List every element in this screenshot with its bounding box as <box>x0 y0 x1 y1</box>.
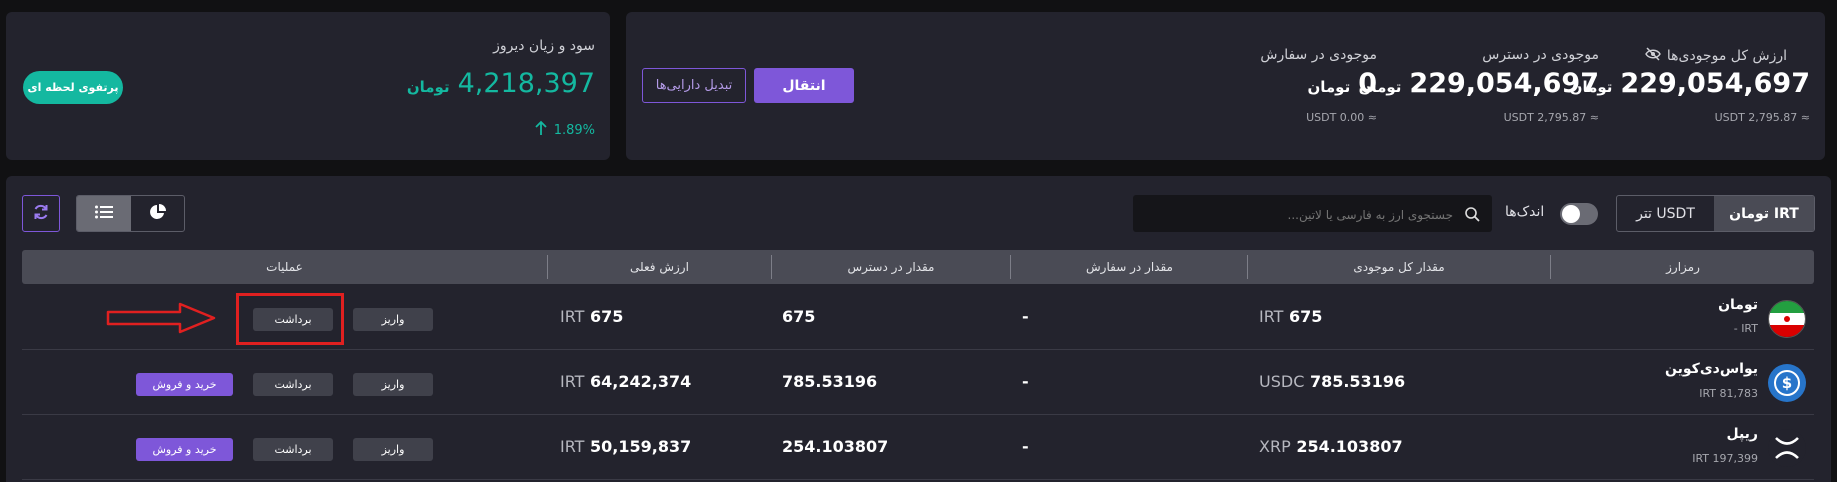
in-order-value: - <box>1022 372 1029 391</box>
tab-irt[interactable]: تومان IRT <box>1714 196 1814 231</box>
value-amount: 50,159,837 <box>590 437 692 456</box>
available-usdt: ≈ USDT 2,795.87 <box>1503 111 1599 124</box>
pnl-amount: 4,218,397 <box>457 68 595 99</box>
currency-tabs: تومان IRT تتر USDT <box>1616 195 1815 232</box>
col-header-total: مقدار کل موجودی <box>1353 260 1445 274</box>
total-currency: USDC <box>1259 372 1305 391</box>
pnl-percent-row: 1.89% <box>534 120 595 140</box>
available-balance-label: موجودی در دسترس <box>1482 47 1599 63</box>
total-amount: 785.53196 <box>1309 372 1406 391</box>
total-amount: 675 <box>1289 307 1323 326</box>
view-switch <box>76 195 185 232</box>
col-header-value: ارزش فعلی <box>630 260 689 274</box>
value-amount: 675 <box>590 307 624 326</box>
arrow-right-icon <box>106 301 218 339</box>
trade-button[interactable]: خرید و فروش <box>136 438 233 461</box>
header-divider <box>1550 255 1551 279</box>
pnl-amount-row: 4,218,397 تومان <box>407 68 595 99</box>
table-header: رمزارز مقدار کل موجودی مقدار در سفارش مق… <box>22 250 1814 284</box>
pnl-card: سود و زیان دیروز 4,218,397 تومان 1.89% پ… <box>6 12 610 160</box>
instant-portfolio-button[interactable]: پرتفوی لحظه ای <box>23 71 123 104</box>
trade-button[interactable]: خرید و فروش <box>136 373 233 396</box>
in-order-amount-row: 0 تومان <box>1307 68 1377 99</box>
in-order-amount: 0 <box>1358 68 1377 99</box>
chart-view-button[interactable] <box>131 196 184 231</box>
toggle-knob <box>1562 205 1580 223</box>
deposit-button[interactable]: واریز <box>353 438 433 461</box>
search-icon <box>1464 206 1480 226</box>
usdc-coin-icon: $ <box>1768 364 1806 402</box>
small-balances-toggle[interactable] <box>1560 203 1598 225</box>
tab-usdt[interactable]: تتر USDT <box>1617 196 1714 231</box>
balance-summary-card: ارزش کل موجودی‌ها 229,054,697 تومان ≈ US… <box>626 12 1825 160</box>
withdraw-button[interactable]: برداشت <box>253 438 333 461</box>
asset-price: IRT - <box>1733 322 1758 335</box>
search-box[interactable] <box>1133 195 1492 234</box>
col-header-in-order: مقدار در سفارش <box>1086 260 1173 274</box>
current-value: IRT 675 <box>560 307 623 326</box>
header-divider <box>1247 255 1248 279</box>
eye-off-icon[interactable] <box>1645 47 1661 65</box>
asset-name: تومان <box>1718 297 1758 313</box>
header-divider <box>1010 255 1011 279</box>
pnl-percent: 1.89% <box>553 122 595 138</box>
convert-assets-button[interactable]: تبدیل دارایی‌ها <box>642 68 746 103</box>
in-order-value: - <box>1022 307 1029 326</box>
in-order-balance-label: موجودی در سفارش <box>1260 47 1377 63</box>
withdraw-button[interactable]: برداشت <box>253 373 333 396</box>
col-header-available: مقدار در دسترس <box>847 260 935 274</box>
value-currency: IRT <box>560 372 585 391</box>
available-amount: 229,054,697 <box>1409 68 1599 99</box>
asset-name: یواس‌دی‌کوین <box>1665 361 1758 377</box>
available-value: 675 <box>782 307 816 326</box>
pnl-unit: تومان <box>406 78 450 96</box>
total-value-usdt: ≈ USDT 2,795.87 <box>1714 111 1810 124</box>
table-row: یواس‌دی‌کوین IRT 81,783 $ USDC 785.53196… <box>22 350 1814 415</box>
table-row: تومان IRT - IRT 675 - 675 IRT 675 واریز … <box>22 285 1814 350</box>
available-value: 254.103807 <box>782 437 889 456</box>
total-currency: XRP <box>1259 437 1291 456</box>
deposit-button[interactable]: واریز <box>353 373 433 396</box>
list-view-button[interactable] <box>77 196 131 231</box>
total-amount: 254.103807 <box>1296 437 1403 456</box>
total-balance: IRT 675 <box>1259 307 1322 326</box>
pnl-label: سود و زیان دیروز <box>493 38 595 54</box>
search-input[interactable] <box>1141 195 1455 234</box>
col-header-asset: رمزارز <box>1666 260 1700 274</box>
asset-price: IRT 81,783 <box>1699 387 1758 400</box>
in-order-unit: تومان <box>1307 78 1351 96</box>
in-order-usdt: ≈ USDT 0.00 <box>1306 111 1377 124</box>
total-value-amount-row: 229,054,697 تومان <box>1570 68 1810 99</box>
pie-chart-icon <box>149 203 167 225</box>
arrow-up-icon <box>534 120 548 140</box>
table-row: ریپل IRT 197,399 XRP 254.103807 - 254.10… <box>22 415 1814 480</box>
header-divider <box>547 255 548 279</box>
total-balance: USDC 785.53196 <box>1259 372 1405 391</box>
total-value-amount: 229,054,697 <box>1620 68 1810 99</box>
asset-name: ریپل <box>1726 426 1758 442</box>
small-balances-label: اندک‌ها <box>1505 204 1545 220</box>
value-amount: 64,242,374 <box>590 372 692 391</box>
iran-flag-icon <box>1768 300 1806 338</box>
highlight-box <box>236 293 344 345</box>
value-currency: IRT <box>560 437 585 456</box>
current-value: IRT 50,159,837 <box>560 437 691 456</box>
available-amount-row: 229,054,697 تومان <box>1359 68 1599 99</box>
in-order-value: - <box>1022 437 1029 456</box>
xrp-coin-icon <box>1768 429 1806 467</box>
col-header-actions: عملیات <box>266 260 303 274</box>
current-value: IRT 64,242,374 <box>560 372 691 391</box>
deposit-button[interactable]: واریز <box>353 308 433 331</box>
refresh-button[interactable] <box>22 195 60 232</box>
header-divider <box>771 255 772 279</box>
asset-price: IRT 197,399 <box>1692 452 1758 465</box>
refresh-icon <box>32 203 50 225</box>
transfer-button[interactable]: انتقال <box>754 68 854 103</box>
total-value-label: ارزش کل موجودی‌ها <box>1645 47 1787 65</box>
available-value: 785.53196 <box>782 372 878 391</box>
value-currency: IRT <box>560 307 585 326</box>
total-balance: XRP 254.103807 <box>1259 437 1403 456</box>
list-icon <box>95 204 113 223</box>
total-currency: IRT <box>1259 307 1284 326</box>
